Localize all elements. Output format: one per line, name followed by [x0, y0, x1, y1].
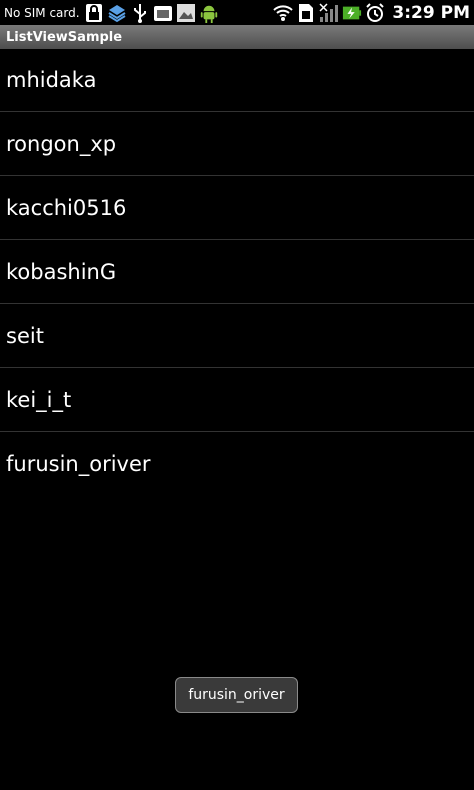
- toast-message: furusin_oriver: [175, 677, 298, 713]
- list-item[interactable]: mhidaka: [0, 49, 474, 112]
- title-bar: ListViewSample: [0, 25, 474, 49]
- list-item[interactable]: furusin_oriver: [0, 432, 474, 496]
- app-title: ListViewSample: [6, 29, 123, 45]
- list-item[interactable]: rongon_xp: [0, 112, 474, 176]
- android-market-icon: [153, 3, 173, 23]
- layers-icon: [107, 3, 127, 23]
- carrier-text: No SIM card.: [4, 5, 80, 20]
- usb-icon: [130, 3, 150, 23]
- battery-charging-icon: [342, 3, 362, 23]
- list-item[interactable]: kacchi0516: [0, 176, 474, 240]
- image-icon: [176, 3, 196, 23]
- status-bar-left: No SIM card.: [4, 3, 222, 23]
- list-item[interactable]: kei_i_t: [0, 368, 474, 432]
- status-bar: No SIM card. 3:29 PM: [0, 0, 474, 25]
- alarm-icon: [365, 2, 385, 23]
- list-view[interactable]: mhidaka rongon_xp kacchi0516 kobashinG s…: [0, 49, 474, 496]
- sd-card-icon: [296, 3, 316, 23]
- list-item[interactable]: kobashinG: [0, 240, 474, 304]
- android-robot-icon: [199, 3, 219, 23]
- lock-icon: [84, 3, 104, 23]
- wifi-icon: [273, 3, 294, 23]
- list-item[interactable]: seit: [0, 304, 474, 368]
- signal-icon: [319, 2, 339, 23]
- status-bar-right: 3:29 PM: [273, 3, 470, 23]
- status-clock: 3:29 PM: [392, 2, 470, 23]
